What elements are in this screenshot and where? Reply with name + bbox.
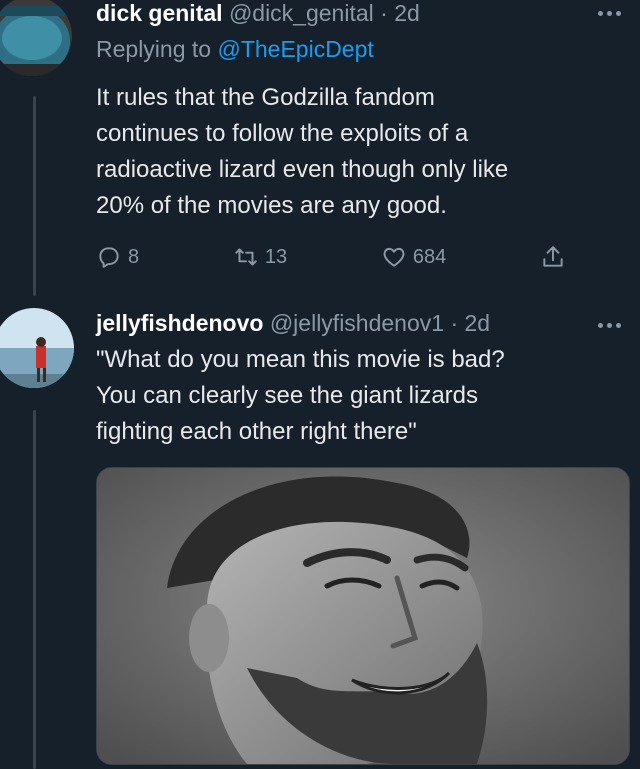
meme-face-image	[97, 468, 629, 764]
replying-handle-link[interactable]: @TheEpicDept	[217, 36, 373, 62]
text-line: fighting each other right there"	[96, 418, 417, 445]
user-handle[interactable]: @jellyfishdenov1	[270, 310, 444, 336]
like-count: 684	[412, 245, 447, 268]
share-icon	[543, 246, 563, 267]
text-line: It rules that the Godzilla fandom	[96, 84, 435, 111]
reply-button[interactable]: 8	[96, 244, 139, 270]
retweet-icon	[235, 248, 257, 266]
avatar[interactable]	[0, 0, 72, 76]
tweet-1-text: It rules that the Godzilla fandom contin…	[96, 80, 616, 224]
more-icon[interactable]	[598, 320, 626, 330]
tweet-1-header: dick genital @dick_genital · 2d	[96, 0, 420, 28]
text-line: radioactive lizard even though only like	[96, 156, 509, 183]
avatar-image	[0, 308, 74, 388]
avatar[interactable]	[0, 308, 74, 388]
reply-count: 8	[128, 245, 140, 268]
tweet-media-image[interactable]	[96, 467, 630, 765]
heart-icon	[383, 247, 405, 267]
tweet-2-text: "What do you mean this movie is bad? You…	[96, 342, 616, 450]
dot-separator: ·	[450, 310, 459, 336]
tweet-2-header: jellyfishdenovo @jellyfishdenov1 · 2d	[96, 308, 490, 338]
timestamp[interactable]: 2d	[465, 310, 491, 336]
avatar-image	[0, 0, 72, 76]
text-line: continues to follow the exploits of a	[96, 120, 469, 147]
like-button[interactable]: 684	[381, 244, 446, 270]
more-icon[interactable]	[598, 8, 626, 18]
action-bar: 8 13 684	[96, 242, 566, 272]
display-name[interactable]: dick genital	[96, 0, 223, 26]
replying-to: Replying to @TheEpicDept	[96, 34, 374, 64]
text-line: "What do you mean this movie is bad?	[96, 346, 505, 373]
dot-separator: ·	[380, 0, 388, 26]
display-name[interactable]: jellyfishdenovo	[96, 310, 263, 336]
replying-prefix: Replying to	[96, 36, 218, 62]
retweet-count: 13	[264, 245, 288, 268]
reply-icon	[99, 247, 119, 268]
retweet-button[interactable]: 13	[233, 244, 287, 270]
text-line: You can clearly see the giant lizards	[96, 382, 479, 409]
text-line: 20% of the movies are any good.	[96, 192, 447, 219]
timestamp[interactable]: 2d	[394, 0, 420, 26]
share-button[interactable]	[540, 244, 566, 270]
tweet-1[interactable]: dick genital @dick_genital · 2d Replying…	[0, 0, 640, 300]
user-handle[interactable]: @dick_genital	[229, 0, 374, 26]
